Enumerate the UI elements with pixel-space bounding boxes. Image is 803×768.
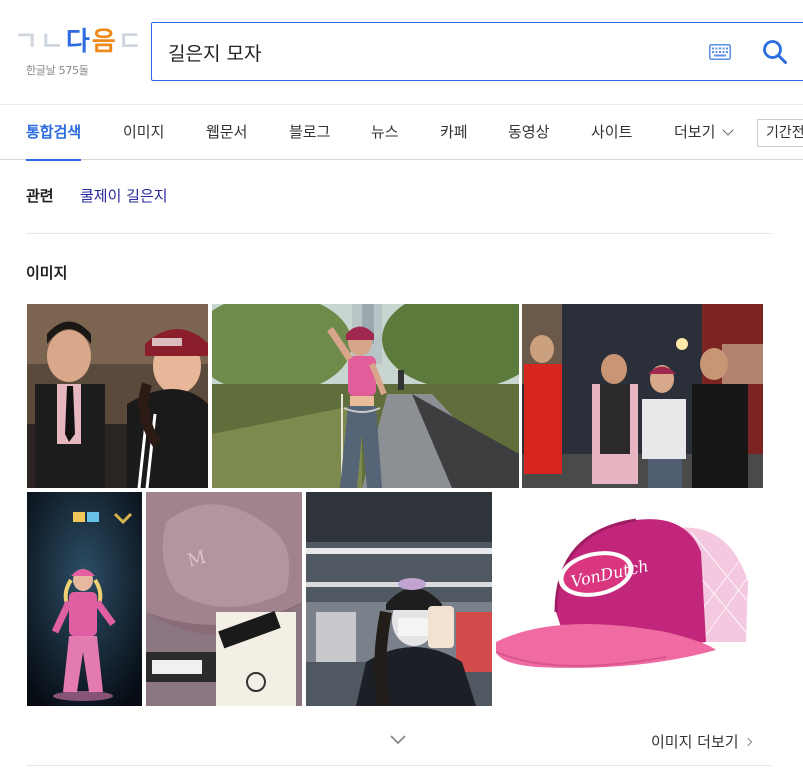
logo-mark: ㄱ ㄴ 다 음 ㄷ [14, 26, 146, 56]
daum-logo[interactable]: ㄱ ㄴ 다 음 ㄷ 한글날 575돌 [14, 26, 146, 80]
search-tabs: 통합검색 이미지 웹문서 블로그 뉴스 카페 동영상 사이트 더보기 기간전체 [0, 104, 803, 161]
photo-von-dutch-cap-icon: VonDutch [496, 492, 759, 706]
related-label: 관련 [26, 187, 54, 205]
photo-group-street-icon [522, 304, 763, 488]
divider [26, 233, 771, 234]
divider [26, 765, 771, 766]
logo-letter: ㄴ [39, 27, 64, 57]
logo-letter: 다 [65, 27, 90, 57]
photo-couple-bar-icon [27, 304, 208, 488]
tab-video[interactable]: 동영상 [508, 105, 549, 160]
tab-web-docs[interactable]: 웹문서 [206, 105, 247, 160]
search-icon[interactable] [762, 39, 788, 65]
related-link[interactable]: 쿨제이 길은지 [80, 185, 168, 206]
chevron-right-icon [743, 737, 752, 747]
period-filter-button[interactable]: 기간전체 [757, 119, 803, 147]
photo-mirror-selfie-icon [306, 492, 492, 706]
search-input[interactable] [168, 35, 688, 69]
image-thumbnail[interactable]: VonDutch [496, 492, 759, 706]
image-thumbnail[interactable] [306, 492, 492, 706]
photo-woman-park-icon [212, 304, 519, 488]
chevron-down-icon [722, 124, 735, 136]
image-thumbnail[interactable]: M [146, 492, 302, 706]
tab-integrated[interactable]: 통합검색 [26, 105, 82, 161]
image-section-title: 이미지 [26, 264, 68, 282]
tab-more-label: 더보기 [674, 123, 716, 141]
tab-site[interactable]: 사이트 [591, 105, 632, 160]
image-thumbnail[interactable] [522, 304, 763, 488]
image-thumbnail[interactable] [212, 304, 519, 488]
image-thumbnail[interactable] [27, 492, 142, 706]
tab-blog[interactable]: 블로그 [289, 105, 330, 160]
logo-letter: 음 [91, 27, 116, 57]
search-box[interactable] [151, 22, 803, 81]
tab-news[interactable]: 뉴스 [371, 105, 399, 160]
photo-dancer-stage-icon [27, 492, 142, 706]
logo-letter: ㄷ [117, 27, 142, 57]
chevron-down-icon[interactable] [389, 734, 407, 746]
keyboard-icon[interactable] [709, 44, 731, 60]
logo-letter: ㄱ [14, 27, 38, 57]
photo-pink-cap-closeup-icon: M [146, 492, 302, 706]
image-thumbnail[interactable] [27, 304, 208, 488]
more-images-label: 이미지 더보기 [651, 733, 739, 751]
related-searches: 관련 쿨제이 길은지 [26, 185, 168, 206]
tab-cafe[interactable]: 카페 [440, 105, 468, 160]
more-images-link[interactable]: 이미지 더보기 [651, 731, 752, 752]
tab-images[interactable]: 이미지 [123, 105, 164, 160]
logo-subtitle: 한글날 575돌 [26, 64, 89, 77]
tab-more[interactable]: 더보기 [674, 105, 735, 160]
